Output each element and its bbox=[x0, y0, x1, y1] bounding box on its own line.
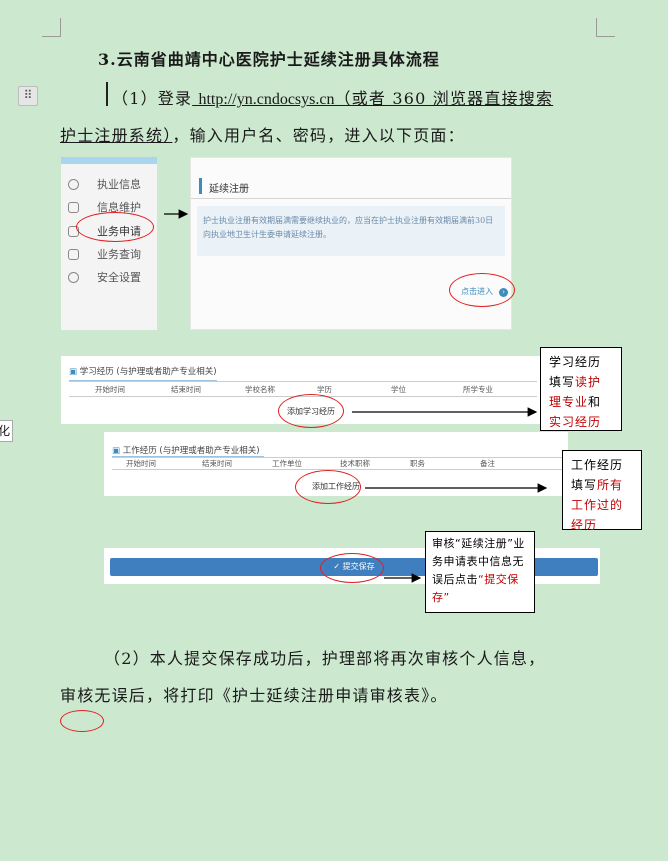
annotation-arrows bbox=[164, 209, 548, 583]
step2-line1: （2）本人提交保存成功后，护理部将再次审核个人信息， bbox=[104, 649, 546, 668]
stray-highlight-circle bbox=[60, 710, 104, 732]
step2-line2: 审核无误后，将打印《护士延续注册申请审核表》。 bbox=[60, 686, 448, 705]
